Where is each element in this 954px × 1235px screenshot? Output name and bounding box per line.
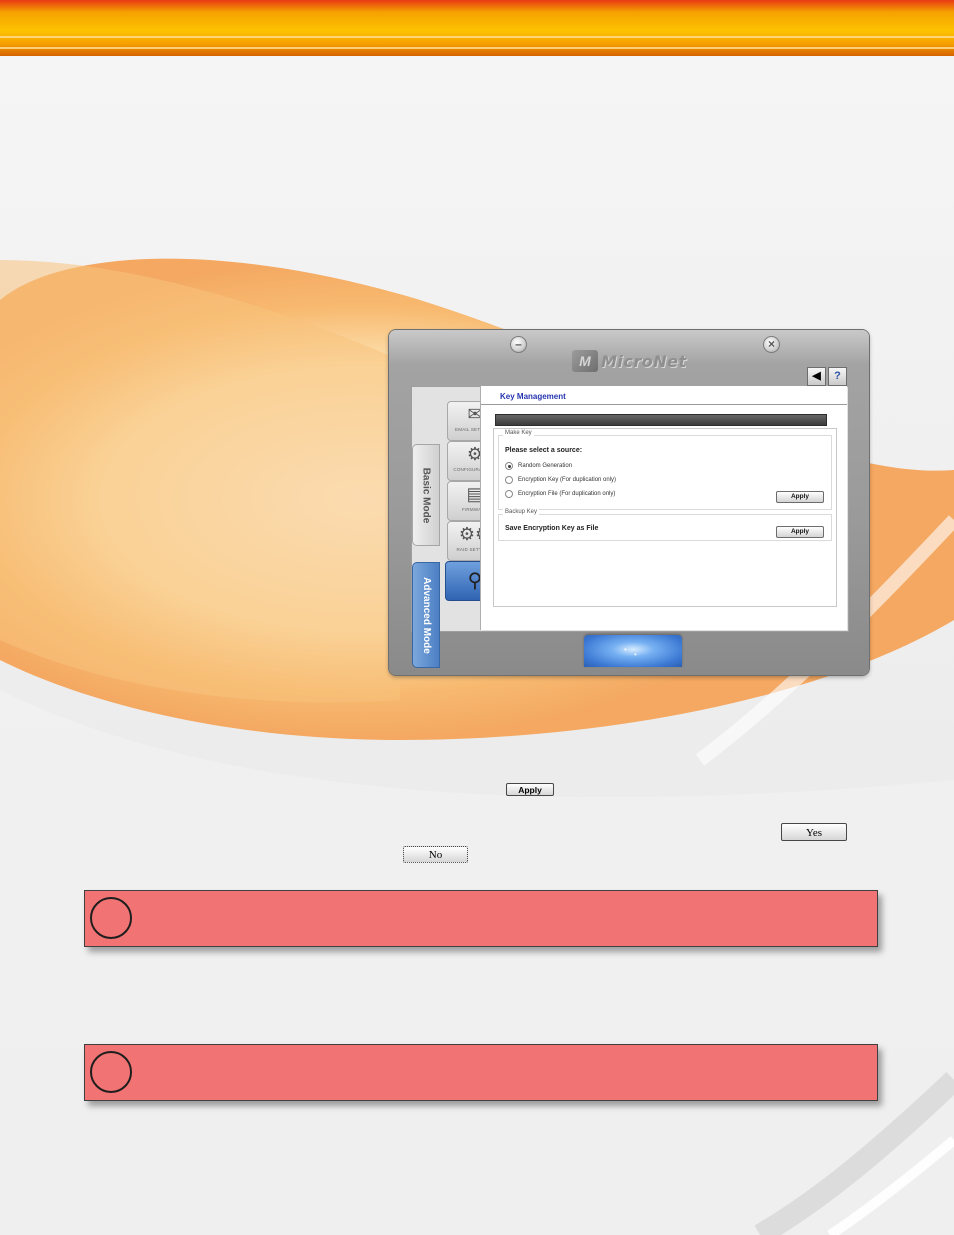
app-window: – × M MicroNet ◀ ? Basic Mode Advanced M… [389, 330, 869, 675]
logo-mark: M [572, 350, 598, 372]
glow-sparkle: • [634, 650, 637, 659]
backup-key-label: Save Encryption Key as File [505, 525, 599, 532]
inline-apply-button[interactable]: Apply [506, 783, 554, 796]
logo-text: MicroNet [601, 351, 687, 371]
radio-label: Random Generation [518, 463, 573, 469]
note-circle-icon [90, 1051, 132, 1093]
minimize-icon[interactable]: – [510, 336, 527, 353]
make-key-legend: Make Key [503, 430, 534, 436]
close-icon[interactable]: × [763, 336, 780, 353]
backup-key-legend: Backup Key [503, 509, 540, 515]
page-header-bar [0, 0, 954, 56]
title-divider [481, 404, 847, 405]
radio-label: Encryption File (For duplication only) [518, 491, 616, 497]
bottom-home-button[interactable]: • • [584, 635, 682, 667]
header-stripe [0, 36, 954, 38]
radio-encryption-file[interactable]: Encryption File (For duplication only) [505, 490, 615, 498]
status-bar [495, 414, 827, 426]
glow-sparkle: • [624, 645, 627, 654]
inline-yes-button[interactable]: Yes [781, 823, 847, 841]
radio-label: Encryption Key (For duplication only) [518, 477, 617, 483]
backup-key-group: Backup Key Save Encryption Key as File A… [498, 509, 832, 541]
key-management-panel: Key Management Make Key Please select a … [480, 386, 847, 630]
source-prompt: Please select a source: [505, 447, 583, 454]
make-key-group: Make Key Please select a source: Random … [498, 430, 832, 510]
micronet-logo: M MicroNet [572, 347, 712, 375]
tab-advanced-mode[interactable]: Advanced Mode [412, 562, 440, 668]
tab-advanced-mode-label: Advanced Mode [420, 576, 432, 654]
content-frame: Make Key Please select a source: Random … [493, 428, 837, 607]
header-stripe [0, 47, 954, 49]
page-title: Key Management [500, 392, 566, 401]
note-box-1 [84, 890, 878, 947]
speaker-icon[interactable]: ◀ [807, 367, 826, 386]
radio-button[interactable] [505, 462, 513, 470]
note-circle-icon [90, 897, 132, 939]
backup-key-apply-button[interactable]: Apply [776, 526, 824, 538]
note-box-2 [84, 1044, 878, 1101]
help-icon[interactable]: ? [828, 367, 847, 386]
inline-no-button[interactable]: No [403, 846, 468, 863]
make-key-apply-button[interactable]: Apply [776, 491, 824, 503]
radio-random-generation[interactable]: Random Generation [505, 462, 572, 470]
radio-button[interactable] [505, 490, 513, 498]
radio-button[interactable] [505, 476, 513, 484]
tab-basic-mode[interactable]: Basic Mode [412, 444, 440, 546]
tab-basic-mode-label: Basic Mode [420, 467, 432, 523]
radio-encryption-key[interactable]: Encryption Key (For duplication only) [505, 476, 616, 484]
